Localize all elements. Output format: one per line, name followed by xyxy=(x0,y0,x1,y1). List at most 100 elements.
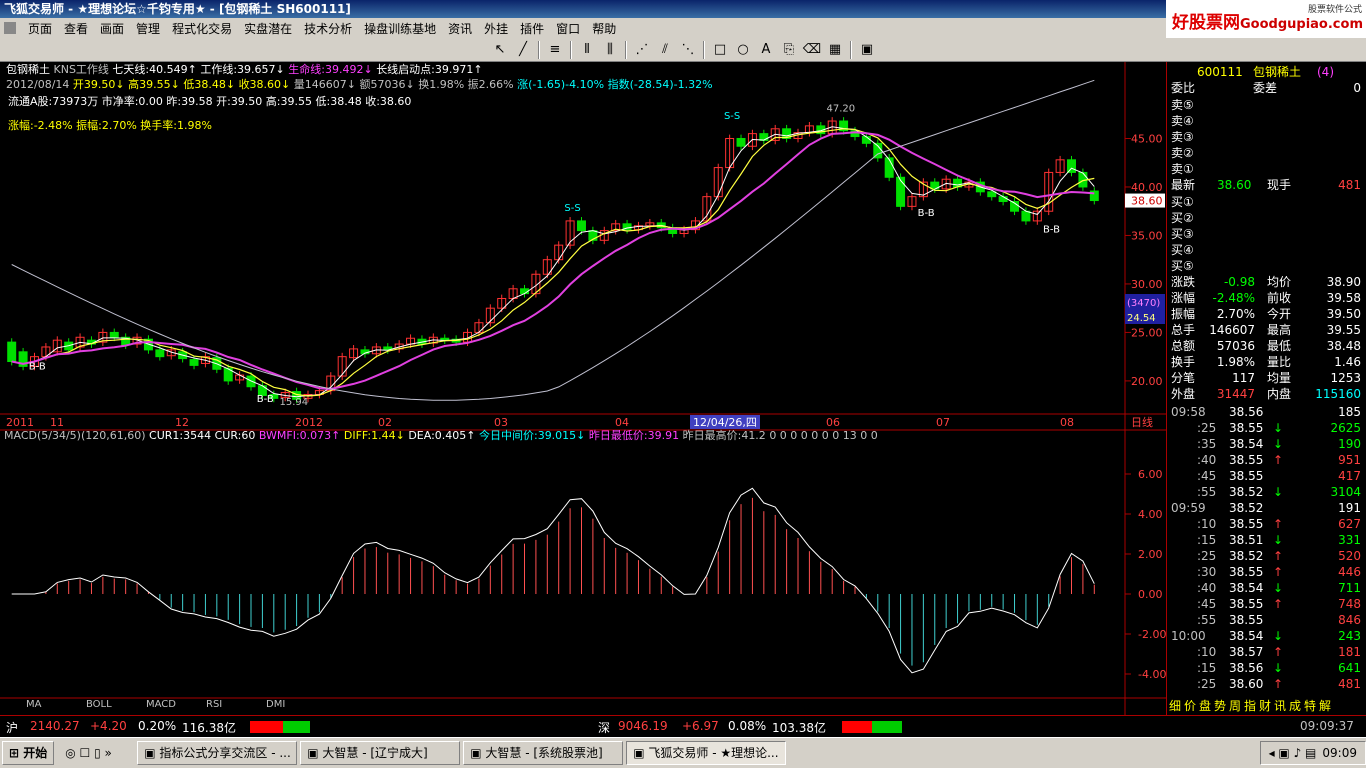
indicator-tab-dmi[interactable]: DMI xyxy=(266,699,285,710)
stat-label: 涨跌 xyxy=(1171,275,1196,289)
tick-arrow: ↑ xyxy=(1273,453,1284,467)
tick-volume: 417 xyxy=(1338,469,1361,483)
stat-row: 总手 146607 最高 39.55 xyxy=(1167,322,1366,338)
tick-price: 38.55 xyxy=(1229,453,1264,467)
tick-time: :45 xyxy=(1197,469,1217,483)
status-time: 09:09:37 xyxy=(1300,719,1354,733)
sell-level-label: 卖⑤ xyxy=(1171,98,1194,112)
tick-volume: 190 xyxy=(1338,437,1361,451)
tick-volume: 951 xyxy=(1338,453,1361,467)
indicator-value-5: 长线启动点:39.971↑ xyxy=(376,63,483,76)
cursor-icon[interactable]: ↖ xyxy=(490,41,510,59)
tick-volume: 481 xyxy=(1338,677,1361,691)
tick-time: 09:58 xyxy=(1171,405,1206,419)
latest-label: 最新 xyxy=(1171,178,1196,192)
date-tick: 2011 xyxy=(6,416,34,429)
tray-clock: 09:09 xyxy=(1322,746,1357,760)
tick-time: :30 xyxy=(1197,565,1217,579)
indicator-tab-ma[interactable]: MA xyxy=(26,699,41,710)
stat-row: 换手 1.98% 量比 1.46 xyxy=(1167,354,1366,370)
candle xyxy=(7,341,17,363)
menu-item-7[interactable]: 操盘训练基地 xyxy=(358,20,442,37)
channel-tool-icon[interactable]: ⫽ xyxy=(655,41,675,59)
period-tool-icon[interactable]: ⫼ xyxy=(600,41,620,59)
menu-item-8[interactable]: 资讯 xyxy=(442,20,478,37)
menu-item-10[interactable]: 插件 xyxy=(514,20,550,37)
stat-value: 117 xyxy=(1232,371,1255,385)
macd-value-7: 昨日最低价:39.91 xyxy=(588,429,683,442)
sell-level-row: 卖③ xyxy=(1167,129,1366,145)
save-icon[interactable]: ▣ xyxy=(857,41,877,59)
indicator-tab-boll[interactable]: BOLL xyxy=(86,699,112,710)
ma-life-line xyxy=(11,131,1095,391)
tick-row: :25 38.55 ↓ 2625 xyxy=(1167,420,1366,436)
tick-row: :35 38.54 ↓ 190 xyxy=(1167,436,1366,452)
tick-volume: 331 xyxy=(1338,533,1361,547)
tick-volume: 2625 xyxy=(1330,421,1361,435)
menu-item-0[interactable]: 页面 xyxy=(22,20,58,37)
price-tick-label: 40.00 xyxy=(1131,181,1163,194)
cursor-box-value1: (3470) xyxy=(1127,298,1160,309)
fan-tool-icon[interactable]: ⋰ xyxy=(632,41,652,59)
sz-amount: 103.38亿 xyxy=(772,721,826,735)
menu-item-2[interactable]: 画面 xyxy=(94,20,130,37)
candle xyxy=(896,176,906,207)
rectangle-tool-icon[interactable]: □ xyxy=(710,41,730,59)
task-item-1[interactable]: ▣ 大智慧 - [辽宁成大] xyxy=(300,741,461,765)
ad-banner[interactable]: 好股票网Goodgupiao.com 股票软件公式 xyxy=(1166,0,1366,38)
start-button[interactable]: ⊞ 开始 xyxy=(2,741,55,765)
quick-launch[interactable]: ◎ ☐ ▯ » xyxy=(57,746,137,760)
candle xyxy=(577,220,586,232)
ellipse-tool-icon[interactable]: ○ xyxy=(733,41,753,59)
color-tool-icon[interactable]: ▦ xyxy=(825,41,845,59)
windows-logo-icon: ⊞ xyxy=(9,746,24,760)
tick-arrow: ↑ xyxy=(1273,517,1284,531)
menu-item-6[interactable]: 技术分析 xyxy=(298,20,358,37)
macd-tick-label: 2.00 xyxy=(1138,548,1163,561)
text-tool-icon[interactable]: A xyxy=(756,41,776,59)
sh-value: 2140.27 xyxy=(30,719,80,733)
tick-row: :15 38.56 ↓ 641 xyxy=(1167,660,1366,676)
kline-chart[interactable]: 45.00 40.00 35.00 30.00 25.00 20.00 47.20 15.94… xyxy=(0,62,1166,715)
menu-item-9[interactable]: 外挂 xyxy=(478,20,514,37)
menu-item-4[interactable]: 程式化交易 xyxy=(166,20,238,37)
buy-level-row: 买⑤ xyxy=(1167,258,1366,274)
macd-value-2: CUR:60 xyxy=(214,429,259,442)
tick-volume: 520 xyxy=(1338,549,1361,563)
stat-label: 内盘 xyxy=(1267,387,1292,401)
indicator-value-0: 包钢稀土 xyxy=(6,63,54,76)
stat-label: 量比 xyxy=(1267,355,1292,369)
hline-tool-icon[interactable]: ≡ xyxy=(545,41,565,59)
stat-label: 总手 xyxy=(1171,323,1196,337)
task-item-0[interactable]: ▣ 指标公式分享交流区 - ... xyxy=(137,741,298,765)
tick-time: 10:00 xyxy=(1171,629,1206,643)
macd-value-5: DEA:0.405↑ xyxy=(408,429,479,442)
tray-icons[interactable]: ◂ ▣ ♪ ▤ xyxy=(1269,742,1317,764)
stat-label: 分笔 xyxy=(1171,371,1196,385)
indicator-tab-rsi[interactable]: RSI xyxy=(206,699,222,710)
tick-time: :40 xyxy=(1197,453,1217,467)
sell-level-row: 卖⑤ xyxy=(1167,97,1366,113)
task-item-3[interactable]: ▣ 飞狐交易师 - ★理想论... xyxy=(626,741,787,765)
tick-arrow: ↑ xyxy=(1273,645,1284,659)
line-tool-icon[interactable]: ╱ xyxy=(513,41,533,59)
menu-item-3[interactable]: 管理 xyxy=(130,20,166,37)
tick-row: :25 38.52 ↑ 520 xyxy=(1167,548,1366,564)
stock-code: 600111 xyxy=(1197,65,1243,79)
copy-tool-icon[interactable]: ⎘ xyxy=(779,41,799,59)
task-item-2[interactable]: ▣ 大智慧 - [系统股票池] xyxy=(463,741,624,765)
buy-level-label: 买① xyxy=(1171,195,1194,209)
menu-item-12[interactable]: 帮助 xyxy=(586,20,622,37)
app-icon[interactable] xyxy=(4,22,16,34)
parallel-tool-icon[interactable]: ⋱ xyxy=(678,41,698,59)
menu-item-5[interactable]: 实盘潜在 xyxy=(238,20,298,37)
stat-value: 38.48 xyxy=(1326,339,1361,353)
indicator-tab-macd[interactable]: MACD xyxy=(146,699,176,710)
eraser-tool-icon[interactable]: ⌫ xyxy=(802,41,822,59)
menu-item-11[interactable]: 窗口 xyxy=(550,20,586,37)
stat-value: 39.58 xyxy=(1326,291,1361,305)
menu-item-1[interactable]: 查看 xyxy=(58,20,94,37)
buy-signal-label: B-B xyxy=(1043,225,1060,236)
vline-tool-icon[interactable]: ⦀ xyxy=(577,41,597,59)
date-tick: 08 xyxy=(1060,416,1074,429)
